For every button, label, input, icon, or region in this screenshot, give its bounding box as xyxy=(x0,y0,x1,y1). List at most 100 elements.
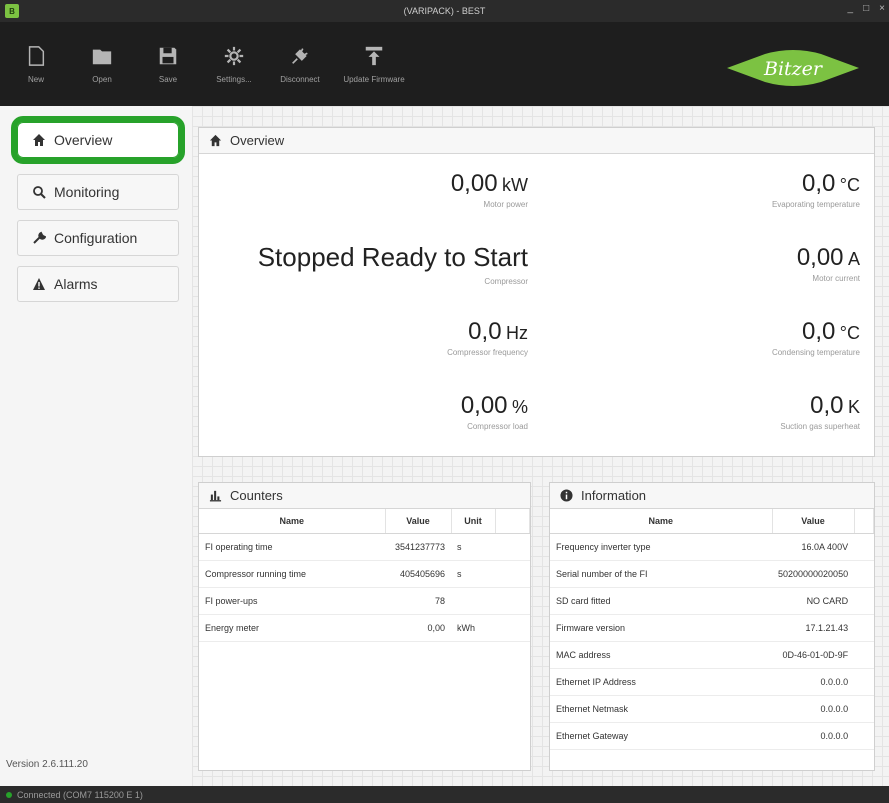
superheat-caption: Suction gas superheat xyxy=(780,422,860,431)
motor-current-metric: 0,00 A Motor current xyxy=(560,244,860,283)
update-firmware-button[interactable]: Update Firmware xyxy=(336,29,412,99)
close-button[interactable]: × xyxy=(879,3,885,14)
cell-name: SD card fitted xyxy=(550,587,772,615)
column-header-name[interactable]: Name xyxy=(199,509,386,534)
folder-open-icon xyxy=(92,49,112,64)
sidebar-item-monitoring[interactable]: Monitoring xyxy=(17,174,179,210)
compressor-load-metric: 0,00 % Compressor load xyxy=(228,392,528,431)
cell-unit: s xyxy=(451,533,495,561)
sidebar-item-label: Overview xyxy=(54,132,113,148)
title-bar: B (VARIPACK) - BEST _ □ × xyxy=(0,0,889,22)
new-button[interactable]: New xyxy=(6,29,66,99)
comp-freq-value: 0,0 xyxy=(468,318,502,345)
table-row[interactable]: Ethernet Gateway 0.0.0.0 xyxy=(550,722,874,750)
superheat-value: 0,0 xyxy=(810,392,844,419)
save-icon xyxy=(159,47,177,64)
cell-name: Ethernet Gateway xyxy=(550,722,772,750)
cell-unit: kWh xyxy=(451,614,495,642)
cond-temp-unit: °C xyxy=(839,323,860,343)
column-header-name[interactable]: Name xyxy=(550,509,773,534)
motor-current-caption: Motor current xyxy=(812,274,860,283)
table-row[interactable]: Firmware version 17.1.21.43 xyxy=(550,614,874,642)
table-row[interactable]: Serial number of the FI 50200000020050 xyxy=(550,560,874,588)
table-row[interactable]: FI operating time 3541237773 s xyxy=(199,533,530,561)
cell-value: 0.0.0.0 xyxy=(772,722,855,750)
column-header-value[interactable]: Value xyxy=(385,509,452,534)
cell-value: 3541237773 xyxy=(385,533,451,561)
cell-value: 0,00 xyxy=(385,614,451,642)
sidebar-item-configuration[interactable]: Configuration xyxy=(17,220,179,256)
disconnect-label: Disconnect xyxy=(280,74,320,84)
table-row[interactable]: Compressor running time 405405696 s xyxy=(199,560,530,588)
cell-name: Energy meter xyxy=(199,614,385,642)
column-header-unit[interactable]: Unit xyxy=(451,509,496,534)
cell-name: Serial number of the FI xyxy=(550,560,772,588)
wrench-icon xyxy=(32,231,46,245)
information-panel-title: Information xyxy=(581,488,647,503)
information-panel: Information Name Value Frequency inverte… xyxy=(549,482,875,771)
evap-temp-caption: Evaporating temperature xyxy=(771,200,860,209)
app-icon: B xyxy=(5,4,19,18)
cell-name: MAC address xyxy=(550,641,772,669)
cell-unit: s xyxy=(451,560,495,588)
motor-current-value: 0,00 xyxy=(796,244,844,271)
cell-name: Frequency inverter type xyxy=(550,533,772,561)
update-firmware-label: Update Firmware xyxy=(343,74,405,84)
cell-name: Firmware version xyxy=(550,614,772,642)
motor-power-unit: kW xyxy=(502,175,528,195)
column-header-filler xyxy=(495,509,530,534)
info-icon xyxy=(560,489,573,502)
counters-panel-title: Counters xyxy=(230,488,283,503)
cell-value: 0D-46-01-0D-9F xyxy=(772,641,855,669)
table-row[interactable]: Energy meter 0,00 kWh xyxy=(199,614,530,642)
overview-panel-title: Overview xyxy=(230,133,285,148)
overview-panel-header: Overview xyxy=(199,128,874,154)
table-row[interactable]: FI power-ups 78 xyxy=(199,587,530,615)
connection-status-indicator xyxy=(6,791,12,798)
comp-freq-unit: Hz xyxy=(506,323,528,343)
window-title: (VARIPACK) - BEST xyxy=(403,6,486,16)
bitzer-logo: Bitzer xyxy=(727,50,859,86)
cell-name: FI power-ups xyxy=(199,587,385,615)
content-area: Overview 0,00 kW Motor power 0,0 °C Evap… xyxy=(192,106,889,786)
open-button[interactable]: Open xyxy=(72,29,132,99)
information-header-row: Name Value xyxy=(550,509,875,534)
settings-label: Settings... xyxy=(216,74,252,84)
open-label: Open xyxy=(92,74,112,84)
disconnect-button[interactable]: Disconnect xyxy=(270,29,330,99)
window-controls: _ □ × xyxy=(848,3,885,14)
table-row[interactable]: MAC address 0D-46-01-0D-9F xyxy=(550,641,874,669)
table-row[interactable]: Frequency inverter type 16.0A 400V xyxy=(550,533,874,561)
sidebar-item-label: Alarms xyxy=(54,276,98,292)
superheat-unit: K xyxy=(847,397,860,417)
maximize-button[interactable]: □ xyxy=(863,3,869,14)
cell-name: FI operating time xyxy=(199,533,385,561)
cond-temp-value: 0,0 xyxy=(801,318,836,345)
counters-panel: Counters Name Value Unit FI operating ti… xyxy=(198,482,531,771)
home-icon xyxy=(32,133,46,147)
sidebar-item-overview[interactable]: Overview xyxy=(11,116,185,164)
warning-icon xyxy=(32,277,46,291)
column-header-value[interactable]: Value xyxy=(772,509,855,534)
comp-freq-caption: Compressor frequency xyxy=(447,348,528,357)
table-row[interactable]: Ethernet IP Address 0.0.0.0 xyxy=(550,668,874,696)
version-label: Version 2.6.111.20 xyxy=(6,759,88,770)
cell-value: 0.0.0.0 xyxy=(772,695,855,723)
table-row[interactable]: Ethernet Netmask 0.0.0.0 xyxy=(550,695,874,723)
save-button[interactable]: Save xyxy=(138,29,198,99)
counters-panel-header: Counters xyxy=(199,483,530,509)
cell-name: Ethernet Netmask xyxy=(550,695,772,723)
evap-temp-unit: °C xyxy=(839,175,860,195)
cell-name: Compressor running time xyxy=(199,560,385,588)
counters-table: Name Value Unit FI operating time 354123… xyxy=(199,509,530,642)
settings-button[interactable]: Settings... xyxy=(204,29,264,99)
table-row[interactable]: SD card fitted NO CARD xyxy=(550,587,874,615)
minimize-button[interactable]: _ xyxy=(848,3,854,14)
sidebar-item-alarms[interactable]: Alarms xyxy=(17,266,179,302)
cell-value: 405405696 xyxy=(385,560,451,588)
new-file-icon xyxy=(28,45,45,66)
cell-value: 78 xyxy=(385,587,451,615)
cell-value: NO CARD xyxy=(772,587,855,615)
home-icon xyxy=(209,134,222,147)
sidebar-item-label: Monitoring xyxy=(54,184,120,200)
